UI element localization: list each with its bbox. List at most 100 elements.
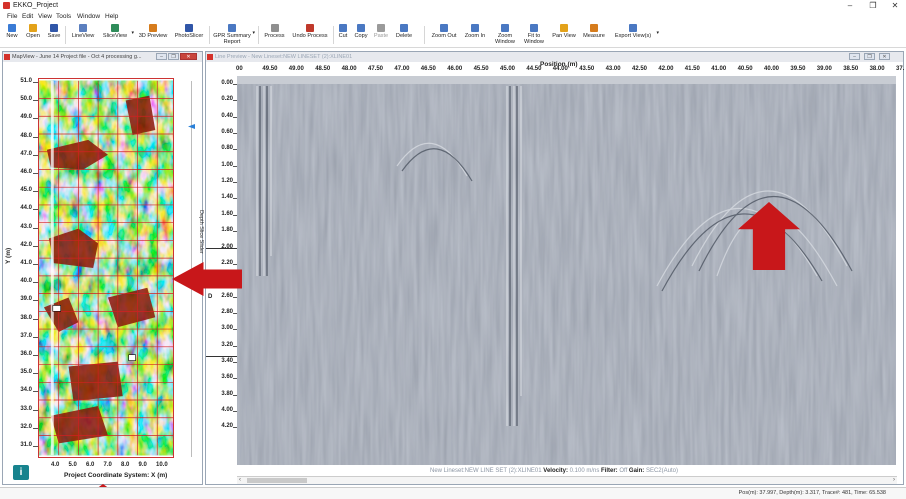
- velocity-value: 0.100 m/ns: [569, 468, 600, 474]
- zoom-out-label: Zoom Out: [431, 33, 457, 39]
- position-tick: 42.50: [632, 66, 648, 72]
- depth-tick: 3.20: [221, 341, 233, 348]
- gpr-summary-report-button[interactable]: GPR Summary Report ▾: [213, 23, 255, 47]
- zoom-out-icon: [440, 24, 448, 32]
- gpr-summary-report-label: GPR Summary Report: [213, 33, 251, 45]
- map-y-axis: 51.0 50.0 49.0 48.0 47.0 46.0 45.0 44.0 43.0 42.0…: [3, 74, 41, 474]
- status-bar: Pos(m): 37.997, Depth(m): 3.317, Trace#:…: [0, 487, 906, 499]
- line-close-button[interactable]: ✕: [879, 53, 890, 60]
- map-y-tick: 45.0: [20, 187, 32, 194]
- cut-icon: [339, 24, 347, 32]
- depth-tick: 3.40: [221, 357, 233, 364]
- position-tick: 40.00: [764, 66, 780, 72]
- position-tick: 38.50: [843, 66, 859, 72]
- undo-process-button[interactable]: Undo Process: [290, 23, 330, 47]
- map-close-button[interactable]: ✕: [180, 53, 197, 60]
- line-restore-button[interactable]: ❐: [864, 53, 875, 60]
- gpr-report-dropdown-arrow[interactable]: ▾: [252, 30, 255, 36]
- map-y-tick: 35.0: [20, 369, 32, 376]
- radargram-plot[interactable]: [237, 76, 896, 465]
- map-restore-button[interactable]: ❐: [168, 53, 179, 60]
- new-label: New: [6, 33, 18, 39]
- export-views-button[interactable]: Export View(s) ▾: [611, 23, 659, 47]
- map-view-title: MapView - June 14 Project file - Oct 4 p…: [12, 54, 142, 60]
- map-y-tick: 36.0: [20, 351, 32, 357]
- scroll-thumb[interactable]: [247, 478, 307, 483]
- map-minimize-button[interactable]: –: [156, 53, 167, 60]
- menu-tools[interactable]: Tools: [56, 13, 71, 20]
- line-minimize-button[interactable]: –: [849, 53, 860, 60]
- position-tick: 41.50: [684, 66, 700, 72]
- map-y-tick: 49.0: [20, 114, 32, 121]
- info-icon[interactable]: i: [13, 465, 29, 480]
- save-button[interactable]: Save: [45, 23, 63, 47]
- toolbar-separator: [333, 26, 334, 44]
- fit-to-window-label: Fit to Window: [524, 33, 544, 45]
- position-tick: 43.50: [579, 66, 595, 72]
- depth-slice-map[interactable]: [38, 78, 174, 458]
- map-x-tick: 4.0: [51, 462, 60, 468]
- position-tick: 44.00: [552, 66, 568, 72]
- pan-view-button[interactable]: Pan View: [551, 23, 577, 47]
- fit-to-window-button[interactable]: Fit to Window: [521, 23, 547, 47]
- position-tick: 47.50: [368, 66, 384, 72]
- paste-button[interactable]: Paste: [372, 23, 390, 47]
- position-tick: 00: [236, 66, 243, 72]
- depth-tick: 4.20: [221, 423, 233, 430]
- copy-label: Copy: [354, 33, 368, 39]
- menu-help[interactable]: Help: [105, 13, 118, 20]
- horizontal-scrollbar[interactable]: ‹ ›: [237, 476, 897, 484]
- depth-tick: 1.00: [221, 161, 233, 168]
- new-button[interactable]: New: [3, 23, 21, 47]
- 3d-preview-button[interactable]: 3D Preview: [137, 23, 169, 47]
- minimize-button[interactable]: –: [843, 1, 857, 10]
- scroll-right-arrow[interactable]: ›: [893, 477, 895, 483]
- map-view-window: MapView - June 14 Project file - Oct 4 p…: [2, 51, 204, 485]
- map-x-tick: 9.0: [138, 462, 147, 468]
- save-label: Save: [47, 33, 61, 39]
- toolbar-separator: [65, 26, 66, 44]
- map-view-icon: [4, 54, 10, 60]
- scroll-left-arrow[interactable]: ‹: [239, 477, 241, 483]
- undo-process-label: Undo Process: [292, 33, 328, 39]
- menu-window[interactable]: Window: [77, 13, 100, 20]
- cut-button[interactable]: Cut: [336, 23, 350, 47]
- open-button[interactable]: Open: [23, 23, 43, 47]
- depth-axis-separator: [206, 248, 237, 249]
- close-button[interactable]: ✕: [888, 1, 902, 10]
- zoom-out-button[interactable]: Zoom Out: [430, 23, 458, 47]
- zoom-in-button[interactable]: Zoom In: [462, 23, 488, 47]
- delete-icon: [400, 24, 408, 32]
- map-view-titlebar: MapView - June 14 Project file - Oct 4 p…: [3, 52, 202, 62]
- process-button[interactable]: Process: [262, 23, 287, 47]
- export-dropdown-arrow[interactable]: ▾: [656, 30, 659, 36]
- map-y-tick: 34.0: [20, 387, 32, 394]
- photoslicer-icon: [185, 24, 193, 32]
- position-tick: 43.00: [605, 66, 621, 72]
- zoom-window-label: Zoom Window: [495, 33, 515, 45]
- copy-button[interactable]: Copy: [352, 23, 370, 47]
- toolbar-separator: [424, 26, 425, 44]
- map-y-tick: 44.0: [20, 205, 32, 212]
- delete-button[interactable]: Delete: [393, 23, 415, 47]
- map-x-axis: 4.0 5.0 6.0 7.0 8.0 9.0 10.0: [38, 462, 178, 472]
- menu-file[interactable]: File: [7, 13, 17, 20]
- map-y-axis-label: Y (m): [5, 247, 12, 264]
- photoslicer-button[interactable]: PhotoSlicer: [172, 23, 206, 47]
- lineview-button[interactable]: LineView: [69, 23, 97, 47]
- menu-edit[interactable]: Edit: [22, 13, 33, 20]
- 3d-preview-icon: [149, 24, 157, 32]
- menu-view[interactable]: View: [38, 13, 52, 20]
- save-icon: [50, 24, 58, 32]
- position-tick: 46.00: [447, 66, 463, 72]
- measure-icon: [590, 24, 598, 32]
- zoom-window-button[interactable]: Zoom Window: [492, 23, 518, 47]
- sliceview-button[interactable]: SliceView ▾: [100, 23, 134, 47]
- depth-tick: 2.80: [221, 308, 233, 315]
- cut-label: Cut: [338, 33, 348, 39]
- map-y-tick: 46.0: [20, 169, 32, 175]
- filter-label: Filter:: [601, 468, 618, 474]
- restore-button[interactable]: ❐: [866, 1, 880, 10]
- sliceview-dropdown-arrow[interactable]: ▾: [131, 30, 134, 36]
- measure-button[interactable]: Measure: [580, 23, 608, 47]
